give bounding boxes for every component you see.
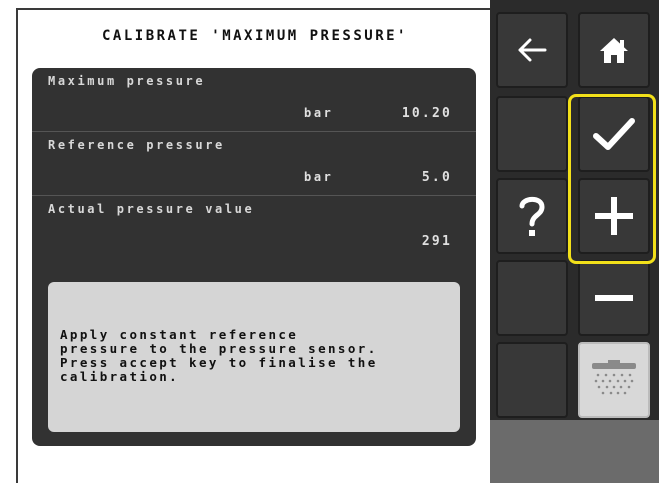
empty-softkey	[496, 96, 568, 172]
field-value: 10.20	[401, 106, 452, 121]
back-button[interactable]	[496, 12, 568, 88]
values-panel: Maximum pressure bar 10.20 Reference pre…	[32, 68, 476, 446]
field-label: Maximum pressure	[48, 74, 206, 88]
sprayer-boom-icon	[592, 360, 636, 395]
field-maximum-pressure[interactable]: Maximum pressure bar 10.20	[32, 68, 476, 131]
field-actual-pressure: Actual pressure value 291	[32, 196, 476, 259]
field-unit: bar	[304, 106, 334, 120]
accept-button[interactable]	[578, 96, 650, 172]
field-label: Actual pressure value	[48, 202, 255, 216]
home-button[interactable]	[578, 12, 650, 88]
home-icon	[600, 38, 628, 63]
question-mark-icon	[519, 196, 545, 236]
checkmark-icon	[593, 118, 635, 150]
help-button[interactable]	[496, 178, 568, 254]
instruction-text: Apply constant reference pressure to the…	[60, 327, 378, 384]
field-reference-pressure[interactable]: Reference pressure bar 5.0	[32, 132, 476, 195]
increase-button[interactable]	[578, 178, 650, 254]
field-value: 291	[421, 234, 452, 249]
back-arrow-icon	[518, 38, 547, 62]
empty-softkey	[496, 260, 568, 336]
sprayer-button[interactable]	[578, 342, 650, 418]
field-value: 5.0	[421, 170, 452, 185]
decrease-button[interactable]	[578, 260, 650, 336]
calibration-screen: CALIBRATE 'MAXIMUM PRESSURE' Maximum pre…	[16, 8, 490, 483]
plus-icon	[595, 197, 633, 235]
field-label: Reference pressure	[48, 138, 225, 152]
empty-softkey	[496, 342, 568, 418]
instruction-message-box: Apply constant reference pressure to the…	[48, 282, 460, 432]
minus-icon	[595, 295, 633, 301]
field-unit: bar	[304, 170, 334, 184]
page-title: CALIBRATE 'MAXIMUM PRESSURE'	[101, 28, 408, 44]
softkey-panel-footer	[490, 420, 659, 483]
